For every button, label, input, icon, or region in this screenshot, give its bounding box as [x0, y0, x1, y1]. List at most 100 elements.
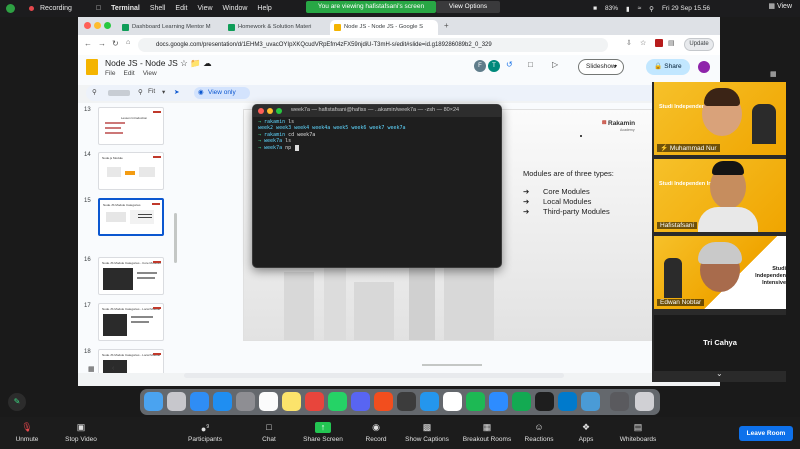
mongodb-icon[interactable]: [512, 392, 531, 411]
whatsapp-icon[interactable]: [328, 392, 347, 411]
close-window-icon[interactable]: [84, 22, 91, 29]
vscode-icon[interactable]: [558, 392, 577, 411]
forward-icon[interactable]: →: [98, 39, 106, 48]
apple-icon[interactable]: : [96, 5, 101, 12]
launchpad-icon[interactable]: [167, 392, 186, 411]
terminal-window[interactable]: week7a — hafistafsani@hafiss — ..akamin/…: [252, 104, 502, 268]
chat-control[interactable]: □ Chat: [258, 422, 280, 443]
slide-thumb-14[interactable]: Node.js Module: [98, 152, 164, 190]
new-tab-icon[interactable]: +: [444, 21, 449, 30]
move-folder-icon[interactable]: 📁: [190, 58, 201, 68]
speaker-notes-handle[interactable]: [422, 364, 482, 366]
avatar[interactable]: F: [474, 60, 486, 72]
search-icon[interactable]: ⚲: [649, 5, 654, 13]
slide-thumb-15[interactable]: Node.JS Module Categories: [98, 198, 164, 236]
spotify-icon[interactable]: [466, 392, 485, 411]
safari-icon[interactable]: [190, 392, 209, 411]
reactions-control[interactable]: ☺ Reactions: [522, 422, 556, 443]
notes-icon[interactable]: [282, 392, 301, 411]
history-icon[interactable]: ↺: [506, 60, 513, 69]
stop-video-control[interactable]: ▣ Stop Video: [60, 422, 102, 443]
close-window-icon[interactable]: [258, 108, 264, 114]
tab-dashboard[interactable]: Dashboard Learning Mentor M: [118, 20, 222, 35]
record-control[interactable]: ◉ Record: [362, 422, 390, 443]
calendar-icon[interactable]: [259, 392, 278, 411]
account-avatar[interactable]: [698, 61, 710, 73]
collapse-filmstrip-icon[interactable]: ‹: [112, 365, 114, 372]
discord-icon[interactable]: [351, 392, 370, 411]
menu-shell[interactable]: Shell: [150, 5, 166, 12]
view-only-badge[interactable]: ◉ View only: [194, 87, 250, 99]
zoom-level[interactable]: Fit: [148, 88, 155, 95]
breakout-rooms-control[interactable]: ▦ Breakout Rooms: [458, 422, 516, 443]
extension-icon[interactable]: [655, 39, 663, 47]
select-cursor-icon[interactable]: ➤: [174, 88, 179, 96]
zoom-icon[interactable]: ⚲: [138, 88, 143, 96]
finder-icon[interactable]: [144, 392, 163, 411]
participants-control[interactable]: ●9 Participants: [182, 422, 228, 443]
menu-help[interactable]: Help: [257, 5, 271, 12]
bookmark-star-icon[interactable]: ☆: [640, 39, 646, 47]
chevron-down-icon[interactable]: ⌄: [716, 369, 723, 378]
menu-file[interactable]: File: [105, 70, 115, 77]
search-menus-icon[interactable]: ⚲: [92, 88, 97, 96]
leave-room-button[interactable]: Leave Room: [739, 426, 793, 441]
zoom-shield-icon[interactable]: [6, 4, 15, 13]
slides-logo-icon[interactable]: [86, 59, 98, 75]
maximize-window-icon[interactable]: [104, 22, 111, 29]
view-menu[interactable]: ▦ View: [768, 2, 792, 10]
minimize-window-icon[interactable]: [267, 108, 273, 114]
participant-tile[interactable]: Studi Independen Intensive Hafistafsani: [654, 159, 786, 232]
menu-edit[interactable]: Edit: [175, 5, 187, 12]
avatar[interactable]: T: [488, 60, 500, 72]
horizontal-scrollbar[interactable]: [184, 373, 564, 378]
battery-icon[interactable]: ▮: [626, 5, 630, 13]
zoom-chevron-icon[interactable]: ▾: [162, 88, 165, 96]
github-icon[interactable]: [397, 392, 416, 411]
menu-edit[interactable]: Edit: [123, 70, 134, 77]
tab-node-js[interactable]: Node JS - Node JS - Google S: [330, 20, 438, 35]
share-screen-control[interactable]: ↑ Share Screen: [300, 422, 346, 443]
view-options-button[interactable]: View Options: [436, 1, 500, 13]
chevron-down-icon[interactable]: ▾: [614, 60, 617, 74]
cloud-status-icon[interactable]: ☁: [203, 58, 212, 68]
comments-icon[interactable]: □: [528, 60, 533, 69]
slide-thumb-16[interactable]: Node.JS Module Categories - Core Modules: [98, 257, 164, 295]
slide-thumb-18[interactable]: Node.JS Module Categories - Local Module: [98, 349, 164, 373]
home-icon[interactable]: ⌂: [126, 39, 130, 46]
app-name[interactable]: Terminal: [111, 5, 140, 12]
meet-icon[interactable]: ▷: [552, 60, 558, 69]
menu-view[interactable]: View: [197, 5, 212, 12]
unmute-control[interactable]: 🎙 Unmute: [10, 422, 44, 443]
stop-icon[interactable]: ■: [593, 5, 597, 12]
zoom-icon[interactable]: [489, 392, 508, 411]
gallery-view-icon[interactable]: ▦: [770, 70, 777, 78]
menu-window[interactable]: Window: [223, 5, 248, 12]
share-button[interactable]: 🔒 Share: [646, 59, 690, 75]
apps-control[interactable]: ❖ Apps: [574, 422, 598, 443]
annotate-pen-icon[interactable]: ✎: [8, 393, 26, 411]
back-icon[interactable]: ←: [84, 39, 92, 48]
downloads-icon[interactable]: [610, 392, 629, 411]
filmstrip-scrollbar[interactable]: [174, 213, 177, 263]
active-speaker-tile[interactable]: Tri Cahya: [654, 315, 786, 371]
docker-icon[interactable]: [420, 392, 439, 411]
star-icon[interactable]: ☆: [180, 58, 188, 68]
datetime[interactable]: Fri 29 Sep 15.56: [662, 5, 710, 12]
app-store-icon[interactable]: [213, 392, 232, 411]
trash-icon[interactable]: [635, 392, 654, 411]
terminal-title-bar[interactable]: week7a — hafistafsani@hafiss — ..akamin/…: [253, 105, 501, 117]
grid-view-icon[interactable]: ▦: [88, 365, 95, 373]
sidepanel-icon[interactable]: ▤: [668, 39, 675, 47]
tab-homework[interactable]: Homework & Solution Materi: [224, 20, 328, 35]
reload-icon[interactable]: ↻: [112, 39, 119, 48]
notion-icon[interactable]: [443, 392, 462, 411]
system-settings-icon[interactable]: [236, 392, 255, 411]
terminal-icon[interactable]: [535, 392, 554, 411]
chrome-icon[interactable]: [305, 392, 324, 411]
wifi-icon[interactable]: ≈: [638, 5, 642, 12]
menu-view[interactable]: View: [143, 70, 157, 77]
url-field[interactable]: docs.google.com/presentation/d/1EHM3_uva…: [138, 38, 608, 52]
download-icon[interactable]: ⇩: [626, 39, 632, 47]
figma-icon[interactable]: [374, 392, 393, 411]
